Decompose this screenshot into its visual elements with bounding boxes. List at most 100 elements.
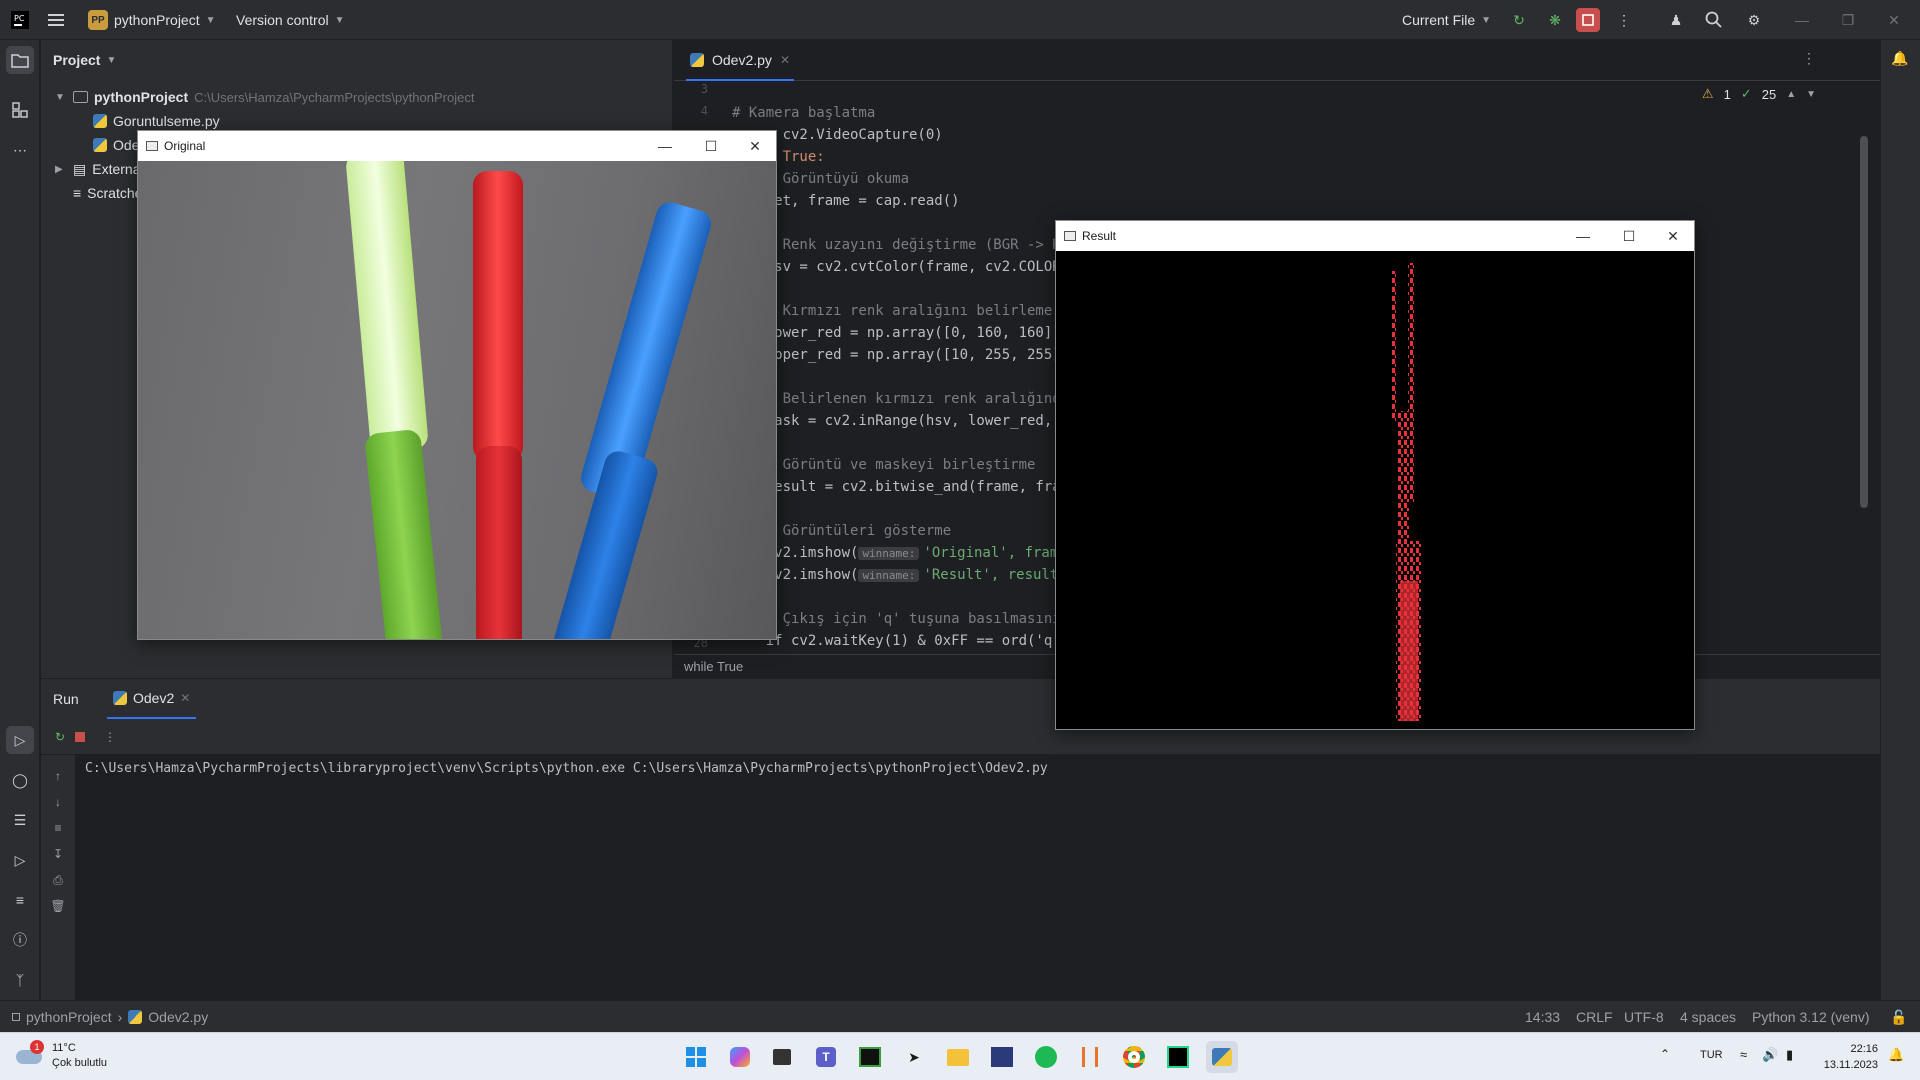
pycharm-logo-icon[interactable]: PC	[10, 0, 30, 40]
services-icon[interactable]: ▷	[6, 846, 34, 874]
file-encoding[interactable]: UTF-8	[1624, 1001, 1664, 1033]
expand-arrow-icon[interactable]: ▼	[55, 92, 67, 103]
window-icon	[1064, 231, 1076, 241]
minimize-button[interactable]: —	[1780, 0, 1824, 40]
line-separator[interactable]: CRLF	[1576, 1001, 1613, 1033]
console-output[interactable]: C:\Users\Hamza\PycharmProjects\librarypr…	[75, 755, 1880, 1001]
clock[interactable]: 22:16 13.11.2023	[1816, 1041, 1878, 1073]
more-actions-icon[interactable]: ⋮	[1612, 8, 1636, 32]
stop-icon[interactable]	[69, 726, 91, 748]
language-indicator[interactable]: TUR	[1700, 1049, 1723, 1061]
tray-chevron-up-icon[interactable]: ⌃	[1660, 1047, 1670, 1061]
code-fragment: 'Original', frame)	[923, 545, 1076, 561]
module-icon	[12, 1013, 20, 1021]
app-icon[interactable]	[1074, 1041, 1106, 1073]
python-file-icon	[113, 691, 127, 705]
search-icon[interactable]	[1702, 8, 1726, 32]
trash-icon[interactable]: 🗑	[47, 895, 69, 917]
main-menu-button[interactable]	[48, 0, 66, 40]
minimize-button[interactable]: —	[642, 131, 688, 161]
scroll-to-end-icon[interactable]: ↧	[47, 843, 69, 865]
left-tool-strip: ⋯ ▷ ◯ ☰ ▷ ≡ ⓘ ᛉ	[0, 40, 40, 1000]
scroll-up-icon[interactable]: ↑	[47, 765, 69, 787]
tree-root[interactable]: ▼ pythonProject C:\Users\Hamza\PycharmPr…	[55, 85, 474, 109]
rerun-icon[interactable]: ↻	[49, 726, 71, 748]
close-tab-icon[interactable]: ✕	[780, 53, 790, 67]
run-config-selector[interactable]: Current File ▼	[1402, 0, 1491, 40]
debug-icon[interactable]: ❋	[1543, 8, 1567, 32]
battery-icon[interactable]: ▮	[1786, 1047, 1793, 1063]
weather-widget[interactable]: 1 11°C Çok bulutlu	[16, 1040, 107, 1071]
python-file-icon	[93, 138, 107, 152]
tab-odev2[interactable]: Odev2.py ✕	[686, 40, 794, 81]
app-icon[interactable]	[986, 1041, 1018, 1073]
python-window-icon[interactable]	[1206, 1041, 1238, 1073]
window-title: Result	[1082, 229, 1117, 243]
vcs-menu[interactable]: Version control ▼	[236, 0, 345, 40]
teams-icon[interactable]: T	[810, 1041, 842, 1073]
code-line: if cv2.waitKey(1) & 0xFF == ord('q'):	[732, 633, 1078, 649]
maximize-button[interactable]: ❐	[1826, 0, 1870, 40]
volume-icon[interactable]: 🔊	[1762, 1047, 1778, 1063]
tab-options-icon[interactable]: ⋮	[1802, 50, 1816, 67]
close-button[interactable]: ✕	[1650, 221, 1696, 251]
pycharm-taskbar-icon[interactable]	[1162, 1041, 1194, 1073]
start-windows-icon[interactable]	[680, 1041, 712, 1073]
status-file: Odev2.py	[148, 1009, 209, 1025]
tab-label: Odev2.py	[712, 51, 772, 68]
layers-icon[interactable]: ☰	[6, 806, 34, 834]
project-tool-folder-icon[interactable]	[6, 46, 34, 74]
python-file-icon	[690, 52, 704, 67]
task-view-icon[interactable]	[766, 1041, 798, 1073]
maximize-button[interactable]: ☐	[688, 131, 734, 161]
close-button[interactable]: ✕	[1872, 0, 1916, 40]
minimize-button[interactable]: —	[1560, 221, 1606, 251]
notifications-bell-icon[interactable]: 🔔	[1891, 50, 1908, 67]
problems-icon[interactable]: ⓘ	[6, 926, 34, 954]
soft-wrap-icon[interactable]: ≡	[47, 817, 69, 839]
project-panel-header[interactable]: Project ▼	[53, 52, 116, 68]
code-line: cv2.imshow(winname: 'Original', frame)	[732, 542, 1075, 564]
more-tools-icon[interactable]: ⋯	[6, 136, 34, 164]
window-titlebar[interactable]: Result	[1056, 221, 1116, 251]
chevron-down-icon: ▼	[205, 14, 216, 26]
interpreter-selector[interactable]: Python 3.12 (venv)	[1752, 1001, 1870, 1033]
caret-position[interactable]: 14:33	[1525, 1001, 1560, 1033]
terminal-icon[interactable]: ≡	[6, 886, 34, 914]
stop-button[interactable]	[1576, 8, 1600, 32]
status-breadcrumb[interactable]: pythonProject › Odev2.py	[12, 1001, 208, 1033]
python-packages-icon[interactable]: ◯	[6, 766, 34, 794]
structure-icon[interactable]	[6, 96, 34, 124]
rerun-icon[interactable]: ↻	[1507, 8, 1531, 32]
scroll-down-icon[interactable]: ↓	[47, 791, 69, 813]
close-button[interactable]: ✕	[732, 131, 778, 161]
tab-run-config[interactable]: Odev2 ✕	[107, 679, 197, 719]
wifi-icon[interactable]: ≈	[1740, 1047, 1747, 1062]
notification-bell-icon[interactable]: 🔔	[1888, 1047, 1904, 1063]
window-titlebar[interactable]: Original	[138, 131, 205, 161]
green-marker-cap	[345, 161, 429, 453]
file-name: Goruntulseme.py	[113, 113, 220, 129]
red-mask-region	[1392, 263, 1422, 721]
print-icon[interactable]: ⎙	[47, 869, 69, 891]
close-tab-icon[interactable]: ✕	[180, 691, 190, 705]
file-explorer-icon[interactable]	[942, 1041, 974, 1073]
git-icon[interactable]: ᛉ	[6, 966, 34, 994]
maximize-button[interactable]: ☐	[1606, 221, 1652, 251]
app-icon[interactable]	[854, 1041, 886, 1073]
cursor-app-icon[interactable]: ➤	[898, 1041, 930, 1073]
settings-gear-icon[interactable]: ⚙	[1742, 8, 1766, 32]
copilot-icon[interactable]	[724, 1041, 756, 1073]
python-file-icon	[128, 1010, 143, 1024]
add-user-icon[interactable]: ♟	[1664, 8, 1688, 32]
status-project: pythonProject	[26, 1009, 112, 1025]
spotify-icon[interactable]	[1030, 1041, 1062, 1073]
indent-setting[interactable]: 4 spaces	[1680, 1001, 1736, 1033]
editor-scrollbar[interactable]	[1860, 136, 1868, 508]
expand-arrow-icon[interactable]: ▶	[55, 164, 67, 175]
lock-icon[interactable]: 🔓	[1890, 1001, 1907, 1033]
chrome-icon[interactable]	[1118, 1041, 1150, 1073]
run-tool-icon[interactable]: ▷	[6, 726, 34, 754]
more-icon[interactable]: ⋮	[99, 726, 121, 748]
project-switcher[interactable]: PP pythonProject ▼	[88, 0, 216, 40]
